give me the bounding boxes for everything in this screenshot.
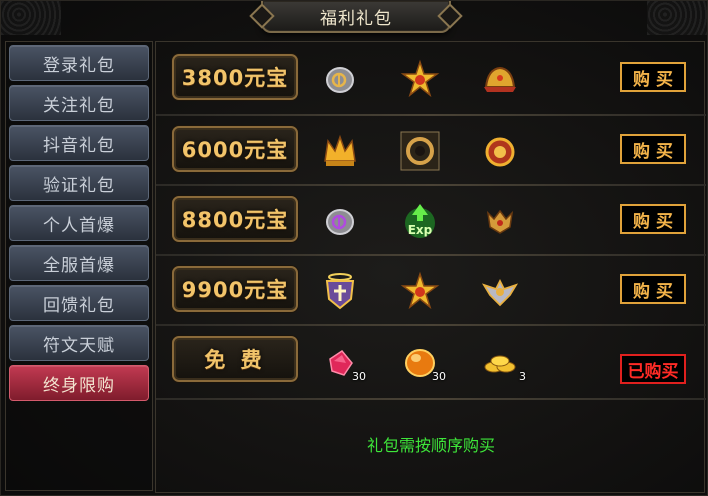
package-row: 免 费 30 30 3 已购买 xyxy=(156,324,706,394)
corner-ornament-left xyxy=(1,1,61,35)
purchased-button[interactable]: 已购买 xyxy=(620,354,686,384)
package-row: 6000元宝 购买 xyxy=(156,114,706,184)
sidebar-item-verify-gift[interactable]: 验证礼包 xyxy=(9,165,149,201)
package-price: 免 费 xyxy=(172,336,298,382)
exp-scroll-icon[interactable]: Exp xyxy=(400,201,440,241)
row-divider xyxy=(156,398,706,400)
svg-text:Exp: Exp xyxy=(408,223,433,237)
flame-medallion-icon[interactable] xyxy=(480,131,520,171)
sidebar-item-rune-talent[interactable]: 符文天赋 xyxy=(9,325,149,361)
holy-shield-icon[interactable] xyxy=(320,271,360,311)
winged-crest-icon[interactable] xyxy=(480,271,520,311)
golden-helmet-icon[interactable] xyxy=(480,59,520,99)
package-list: 3800元宝 购买 6000元宝 购买 8800元宝 Exp 购买 9900元宝… xyxy=(155,41,706,493)
window-title: 福利礼包 xyxy=(320,8,392,29)
package-row: 9900元宝 购买 xyxy=(156,254,706,324)
rune-stone-icon[interactable] xyxy=(320,59,360,99)
package-row: 8800元宝 Exp 购买 xyxy=(156,184,706,254)
item-count: 3 xyxy=(519,370,526,383)
buy-button[interactable]: 购买 xyxy=(620,134,686,164)
package-price: 6000元宝 xyxy=(172,126,298,172)
sidebar-item-feedback-gift[interactable]: 回馈礼包 xyxy=(9,285,149,321)
golden-crown-icon[interactable] xyxy=(320,131,360,171)
package-price: 9900元宝 xyxy=(172,266,298,312)
package-price: 8800元宝 xyxy=(172,196,298,242)
sidebar-item-follow-gift[interactable]: 关注礼包 xyxy=(9,85,149,121)
red-gem-icon[interactable]: 30 xyxy=(320,341,366,383)
sidebar-item-login-gift[interactable]: 登录礼包 xyxy=(9,45,149,81)
title-bar: 福利礼包 xyxy=(261,1,451,33)
sidebar-item-personal-first-drop[interactable]: 个人首爆 xyxy=(9,205,149,241)
buy-button[interactable]: 购买 xyxy=(620,274,686,304)
purple-rune-stone-icon[interactable] xyxy=(320,201,360,241)
package-row: 3800元宝 购买 xyxy=(156,42,706,112)
item-count: 30 xyxy=(432,370,446,383)
buy-button[interactable]: 购买 xyxy=(620,62,686,92)
gift-pack-window: 福利礼包 登录礼包 关注礼包 抖音礼包 验证礼包 个人首爆 全服首爆 回馈礼包 … xyxy=(0,0,708,496)
sidebar-item-lifetime-limit[interactable]: 终身限购 xyxy=(9,365,149,401)
sidebar-item-server-first-drop[interactable]: 全服首爆 xyxy=(9,245,149,281)
package-price: 3800元宝 xyxy=(172,54,298,100)
dark-ring-orb-icon[interactable] xyxy=(400,131,440,171)
golden-star-emblem-icon[interactable] xyxy=(400,59,440,99)
small-wing-emblem-icon[interactable] xyxy=(480,201,520,241)
golden-star-emblem-icon[interactable] xyxy=(400,271,440,311)
purchase-order-notice: 礼包需按顺序购买 xyxy=(366,436,495,455)
amber-stone-icon[interactable]: 30 xyxy=(400,341,446,383)
sidebar-item-douyin-gift[interactable]: 抖音礼包 xyxy=(9,125,149,161)
item-count: 30 xyxy=(352,370,366,383)
buy-button[interactable]: 购买 xyxy=(620,204,686,234)
sidebar: 登录礼包 关注礼包 抖音礼包 验证礼包 个人首爆 全服首爆 回馈礼包 符文天赋 … xyxy=(5,41,153,491)
gold-coins-icon[interactable]: 3 xyxy=(480,341,526,383)
corner-ornament-right xyxy=(647,1,707,35)
